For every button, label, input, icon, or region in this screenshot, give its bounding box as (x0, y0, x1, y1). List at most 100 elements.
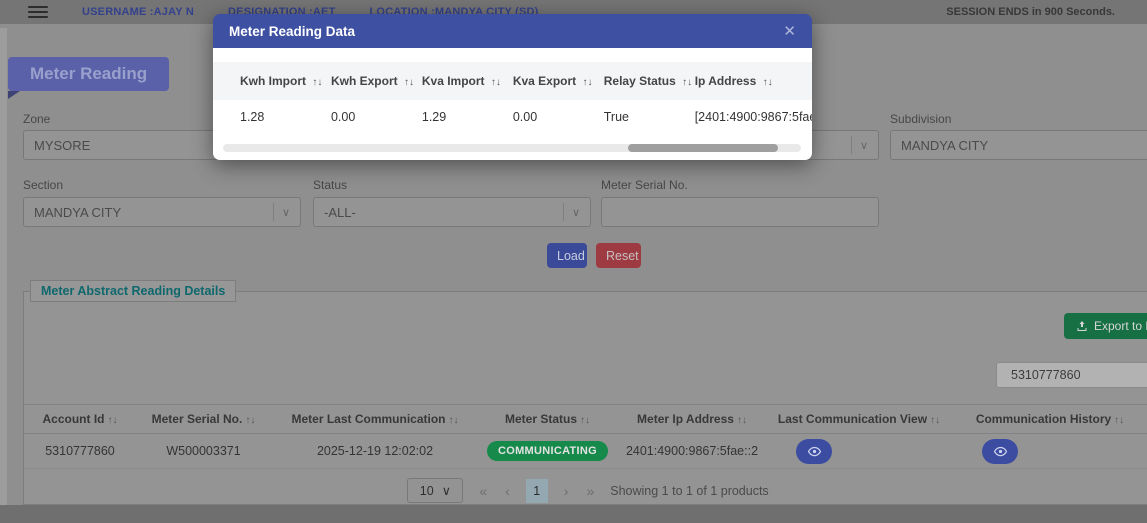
pagination: 10 ∨ « ‹ 1 › » Showing 1 to 1 of 1 produ… (24, 475, 1147, 506)
meter-reading-data-modal: Meter Reading Data ✕ Kwh Import ↑↓ Kwh E… (213, 14, 812, 160)
tab-label: Meter Abstract Reading Details (41, 284, 226, 298)
meter-serial-input[interactable] (601, 197, 879, 227)
col-meter-serial[interactable]: Meter Serial No. ↑↓ (136, 412, 271, 426)
status-badge: COMMUNICATING (486, 441, 609, 461)
page-size-value: 10 (419, 483, 434, 498)
cell-last-communication: 2025-12-19 12:02:02 (316, 444, 434, 458)
sort-icon: ↑↓ (312, 77, 323, 88)
col-kva-export[interactable]: Kva Export ↑↓ (513, 74, 604, 88)
last-communication-view-button[interactable] (796, 438, 832, 464)
chevron-down-icon: ∨ (859, 139, 868, 152)
select-divider (850, 136, 852, 154)
eye-icon (807, 446, 821, 456)
modal-title: Meter Reading Data (229, 23, 356, 39)
cell-last-comm-view (768, 438, 950, 464)
sort-icon: ↑↓ (448, 415, 459, 426)
search-input[interactable] (1011, 368, 1147, 382)
subdivision-value: MANDYA CITY (901, 137, 989, 153)
modal-table-header-row: Kwh Import ↑↓ Kwh Export ↑↓ Kva Import ↑… (213, 62, 812, 100)
export-icon (1077, 321, 1087, 331)
page-title: Meter Reading (8, 57, 170, 99)
status-label: Status (313, 178, 348, 192)
col-meter-status[interactable]: Meter Status ↑↓ (479, 412, 616, 426)
zone-label: Zone (23, 112, 51, 126)
cell-kwh-import: 1.28 (240, 110, 265, 124)
chevron-down-icon: ∨ (441, 484, 451, 498)
reset-button[interactable]: Reset (596, 243, 641, 268)
cell-kva-export: 0.00 (512, 110, 538, 124)
section-value: MANDYA CITY (34, 204, 122, 220)
sort-icon: ↑↓ (107, 415, 118, 426)
cell-ip-address: [2401:4900:9867:5fae::2] (694, 110, 812, 124)
modal-table-row: 1.28 0.00 1.29 0.00 True [2401:4900:9867… (213, 100, 812, 134)
modal-header: Meter Reading Data ✕ (213, 14, 812, 48)
col-kva-import[interactable]: Kva Import ↑↓ (422, 74, 513, 88)
sort-icon: ↑↓ (762, 77, 773, 88)
sort-icon: ↑↓ (403, 77, 414, 88)
col-ip-address[interactable]: Ip Address ↑↓ (695, 74, 812, 88)
cell-meter-serial: W500003371 (166, 444, 241, 458)
sort-icon: ↑↓ (580, 415, 591, 426)
load-button[interactable]: Load (547, 243, 587, 268)
page-size-select[interactable]: 10 ∨ (407, 478, 464, 503)
last-page-button[interactable]: » (584, 483, 596, 499)
communication-history-button[interactable] (982, 438, 1018, 464)
first-page-button[interactable]: « (477, 483, 489, 499)
select-divider (562, 203, 564, 221)
sort-icon: ↑↓ (1114, 415, 1125, 426)
chevron-down-icon: ∨ (571, 206, 580, 219)
modal-horizontal-scrollbar[interactable] (223, 144, 801, 152)
sort-icon: ↑↓ (930, 415, 941, 426)
status-select[interactable]: -ALL- ∨ (313, 197, 591, 227)
col-account-id[interactable]: Account Id ↑↓ (24, 412, 136, 426)
sort-icon: ↑↓ (245, 415, 256, 426)
prev-page-button[interactable]: ‹ (503, 483, 512, 499)
cell-meter-ip: 2401:4900:9867:5fae::2 (625, 444, 759, 458)
sort-icon: ↑↓ (582, 77, 593, 88)
sort-icon: ↑↓ (736, 415, 747, 426)
export-label: Export to Excel (1094, 319, 1147, 333)
subdivision-label: Subdivision (890, 112, 952, 126)
subdivision-select[interactable]: MANDYA CITY (890, 130, 1147, 160)
col-last-comm-view[interactable]: Last Communication View ↑↓ (768, 412, 950, 426)
cell-account-id: 5310777860 (45, 444, 115, 458)
session-timer: SESSION ENDS in 900 Seconds. (946, 6, 1115, 18)
cell-relay-status: True (603, 110, 629, 124)
section-label: Section (23, 178, 64, 192)
next-page-button[interactable]: › (562, 483, 571, 499)
sort-icon: ↑↓ (682, 77, 693, 88)
table-row: 5310777860 W500003371 2025-12-19 12:02:0… (24, 434, 1147, 469)
table-header-row: Account Id ↑↓ Meter Serial No. ↑↓ Meter La… (24, 404, 1147, 434)
menu-icon[interactable] (28, 6, 48, 18)
col-relay-status[interactable]: Relay Status ↑↓ (604, 74, 695, 88)
table-search[interactable] (996, 362, 1147, 388)
col-kwh-import[interactable]: Kwh Import ↑↓ (240, 74, 331, 88)
status-value: -ALL- (324, 204, 356, 220)
left-edge-strip (0, 28, 7, 505)
scrollbar-thumb[interactable] (627, 144, 778, 152)
section-select[interactable]: MANDYA CITY ∨ (23, 197, 301, 227)
col-comm-history[interactable]: Communication History ↑↓ (950, 412, 1147, 426)
meter-details-panel: Export to Excel Account Id↑↓ Meter Seria… (23, 291, 1147, 505)
cell-kwh-export: 0.00 (330, 110, 356, 124)
tab-meter-abstract-reading-details[interactable]: Meter Abstract Reading Details (30, 280, 237, 302)
col-last-communication[interactable]: Meter Last Communication ↑↓ (271, 412, 479, 426)
username-text: USERNAME :AJAY N (82, 6, 195, 18)
col-meter-ip[interactable]: Meter Ip Address ↑↓ (616, 412, 768, 426)
footer-bar (0, 505, 1147, 523)
cell-kva-import: 1.29 (421, 110, 447, 124)
sort-icon: ↑↓ (490, 77, 501, 88)
current-page-button[interactable]: 1 (525, 478, 548, 503)
eye-icon (993, 446, 1007, 456)
select-divider (272, 203, 274, 221)
cell-comm-history (950, 438, 1147, 464)
pagination-summary: Showing 1 to 1 of 1 products (610, 483, 769, 498)
close-icon[interactable]: ✕ (783, 22, 796, 40)
export-to-excel-button[interactable]: Export to Excel (1064, 313, 1147, 339)
modal-body: Kwh Import ↑↓ Kwh Export ↑↓ Kva Import ↑… (213, 48, 812, 160)
chevron-down-icon: ∨ (281, 206, 290, 219)
cell-meter-status: COMMUNICATING (479, 441, 616, 461)
page-title-label: Meter Reading (30, 64, 148, 83)
col-kwh-export[interactable]: Kwh Export ↑↓ (331, 74, 422, 88)
meter-serial-label: Meter Serial No. (601, 178, 688, 192)
